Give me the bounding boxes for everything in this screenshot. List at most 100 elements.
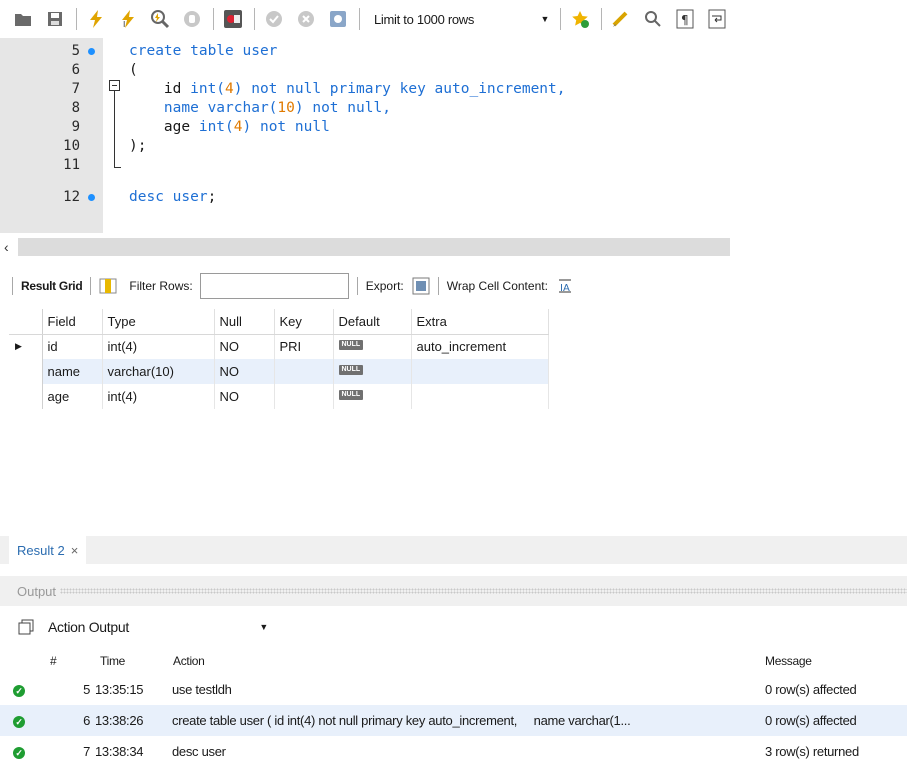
row-pointer-icon: ▶ [9, 334, 43, 359]
null-badge: NULL [338, 365, 364, 375]
code-line[interactable]: 10); [0, 137, 907, 156]
code-text[interactable]: desc user; [129, 188, 216, 207]
success-check-icon: ✓ [13, 747, 25, 760]
cell-extra[interactable]: auto_increment [411, 334, 549, 359]
folder-icon[interactable] [12, 8, 34, 30]
code-text[interactable]: ); [129, 137, 146, 156]
favorite-icon[interactable] [569, 8, 591, 30]
code-line[interactable]: 9 age int(4) not null [0, 118, 907, 137]
code-line[interactable]: 12 desc user; [0, 188, 907, 207]
column-header-action[interactable]: Action [172, 648, 762, 674]
status-cell: ✓ [0, 674, 40, 705]
cell-message: 0 row(s) affected [762, 705, 907, 736]
cell-field[interactable]: id [42, 334, 103, 359]
code-text[interactable]: id int(4) not null primary key auto_incr… [129, 80, 566, 99]
output-toolbar: Action Output ▼ [0, 612, 907, 642]
code-text[interactable]: ( [129, 61, 138, 80]
result-grid-toolbar: Result Grid Filter Rows: Export: Wrap Ce… [0, 269, 907, 303]
fold-line-end [114, 167, 121, 168]
code-line[interactable]: 11 [0, 156, 907, 175]
cell-extra[interactable] [411, 359, 549, 384]
tab-result-2[interactable]: Result 2 × [9, 536, 87, 564]
number-token: 4 [233, 119, 243, 135]
code-line[interactable]: 8 name varchar(10) not null, [0, 99, 907, 118]
code-text[interactable]: create table user [129, 42, 277, 61]
toolbar-separator [437, 277, 439, 295]
stop-icon[interactable] [181, 8, 203, 30]
explain-icon[interactable] [149, 8, 171, 30]
column-header-time[interactable]: Time [92, 648, 172, 674]
cell-key[interactable] [274, 359, 334, 384]
execute-icon[interactable] [85, 8, 107, 30]
scrollbar-thumb[interactable] [18, 238, 730, 256]
wrap-icon[interactable] [706, 8, 728, 30]
cell-default[interactable]: NULL [333, 334, 412, 359]
cell-action: create table user ( id int(4) not null p… [172, 705, 762, 736]
fold-toggle-icon[interactable] [109, 80, 120, 91]
beautify-icon[interactable] [610, 8, 632, 30]
result-grid-label[interactable]: Result Grid [21, 279, 83, 293]
success-check-icon: ✓ [13, 716, 25, 729]
cell-default[interactable]: NULL [333, 359, 412, 384]
panel-grip[interactable] [60, 588, 907, 594]
toggle-continue-on-error-icon[interactable] [222, 8, 244, 30]
table-row[interactable]: ✓ 5 13:35:15 use testldh 0 row(s) affect… [0, 674, 907, 705]
rollback-icon[interactable] [295, 8, 317, 30]
cell-message: 3 row(s) returned [765, 744, 859, 759]
cell-type[interactable]: int(4) [102, 384, 215, 409]
text-token: ( [129, 62, 138, 78]
cell-key[interactable] [274, 384, 334, 409]
column-header-extra[interactable]: Extra [411, 309, 549, 335]
export-icon[interactable] [412, 277, 430, 295]
close-icon[interactable]: × [71, 543, 79, 558]
find-icon[interactable] [642, 8, 664, 30]
cell-extra[interactable] [411, 384, 549, 409]
execute-current-icon[interactable]: I [117, 8, 139, 30]
output-type-select[interactable]: Action Output ▼ [48, 619, 268, 635]
code-text[interactable]: age int(4) not null [129, 118, 330, 137]
column-header-default[interactable]: Default [333, 309, 412, 335]
cell-null[interactable]: NO [214, 334, 275, 359]
code-text[interactable]: name varchar(10) not null, [129, 99, 391, 118]
code-line[interactable]: 7 id int(4) not null primary key auto_in… [0, 80, 907, 99]
autocommit-icon[interactable] [327, 8, 349, 30]
scroll-left-icon[interactable]: ‹ [4, 239, 9, 255]
limit-rows-select[interactable]: Limit to 1000 rows ▼ [368, 8, 552, 30]
commit-icon[interactable] [263, 8, 285, 30]
column-header-number[interactable]: # [40, 648, 92, 674]
code-line[interactable]: 5 create table user [0, 42, 907, 61]
column-header-key[interactable]: Key [274, 309, 334, 335]
save-icon[interactable] [44, 8, 66, 30]
column-header-null[interactable]: Null [214, 309, 275, 335]
wrap-cell-icon[interactable]: IA [558, 279, 572, 293]
cell-null[interactable]: NO [214, 359, 275, 384]
grid-layout-icon[interactable] [99, 278, 117, 294]
cell-time: 13:38:34 [95, 744, 144, 759]
column-header-message[interactable]: Message [762, 648, 907, 674]
cell-key[interactable]: PRI [274, 334, 334, 359]
column-header-type[interactable]: Type [102, 309, 215, 335]
sql-editor[interactable]: 5 create table user 6(7 id int(4) not null… [0, 38, 907, 233]
invisible-chars-icon[interactable]: ¶ [674, 8, 696, 30]
table-row[interactable]: ✓ 7 13:38:34 desc user 3 row(s) returned [0, 736, 907, 767]
success-check-icon: ✓ [13, 685, 25, 698]
filter-rows-input[interactable] [199, 273, 349, 299]
cell-null[interactable]: NO [214, 384, 275, 409]
line-number: 7 [71, 81, 80, 97]
cell-field[interactable]: name [42, 359, 103, 384]
line-number: 12 [63, 189, 80, 205]
cell-default[interactable]: NULL [333, 384, 412, 409]
cell-type[interactable]: int(4) [102, 334, 215, 359]
column-header-field[interactable]: Field [42, 309, 103, 335]
table-row[interactable]: ✓ 6 13:38:26 create table user ( id int(… [0, 705, 907, 736]
table-row[interactable]: age int(4) NO NULL [9, 384, 549, 409]
copy-icon[interactable] [18, 619, 34, 635]
code-line[interactable]: 6( [0, 61, 907, 80]
cell-type[interactable]: varchar(10) [102, 359, 215, 384]
table-row[interactable]: name varchar(10) NO NULL [9, 359, 549, 384]
editor-horizontal-scrollbar[interactable]: ‹ [0, 237, 907, 257]
row-header [9, 359, 43, 384]
cell-field[interactable]: age [42, 384, 103, 409]
table-row[interactable]: ▶ id int(4) NO PRI NULL auto_increment [9, 334, 549, 359]
